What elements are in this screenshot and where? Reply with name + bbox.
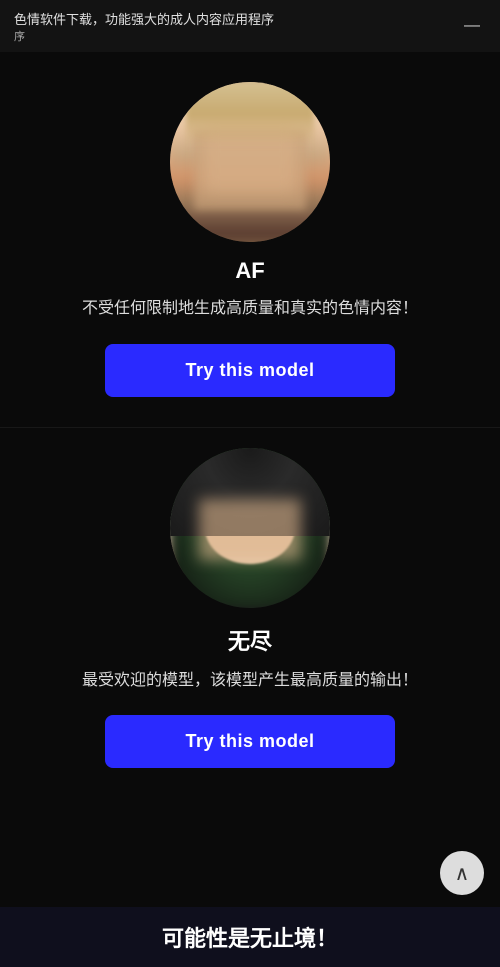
- header-title-line1: 色情软件下载，功能强大的成人内容应用程序: [14, 9, 274, 28]
- model-card-2: 无尽 最受欢迎的模型，该模型产生最高质量的输出！ Try this model: [0, 428, 500, 799]
- footer-text: 可能性是无止境！: [162, 921, 338, 953]
- model-1-description: 不受任何限制地生成高质量和真实的色情内容！: [82, 296, 418, 322]
- header-close-button[interactable]: [458, 12, 486, 40]
- avatar-model-2: [170, 448, 330, 608]
- model-card-1: AF 不受任何限制地生成高质量和真实的色情内容！ Try this model: [0, 62, 500, 427]
- model-1-name: AF: [235, 258, 264, 284]
- avatar-hair-detail: [186, 82, 314, 146]
- try-model-2-button[interactable]: Try this model: [105, 715, 394, 768]
- try-model-1-button[interactable]: Try this model: [105, 344, 394, 397]
- scroll-to-top-button[interactable]: ∧: [440, 851, 484, 895]
- model-2-description: 最受欢迎的模型，该模型产生最高质量的输出！: [82, 668, 418, 694]
- header-title-block: 色情软件下载，功能强大的成人内容应用程序 序: [14, 9, 274, 44]
- header-bar: 色情软件下载，功能强大的成人内容应用程序 序: [0, 0, 500, 52]
- model-2-name: 无尽: [228, 624, 272, 656]
- avatar-model-1: [170, 82, 330, 242]
- chevron-up-icon: ∧: [455, 861, 470, 886]
- footer-bar: 可能性是无止境！: [0, 907, 500, 967]
- header-title-line2: 序: [14, 28, 274, 44]
- main-content: AF 不受任何限制地生成高质量和真实的色情内容！ Try this model …: [0, 52, 500, 907]
- anime-censor-overlay: [199, 499, 301, 560]
